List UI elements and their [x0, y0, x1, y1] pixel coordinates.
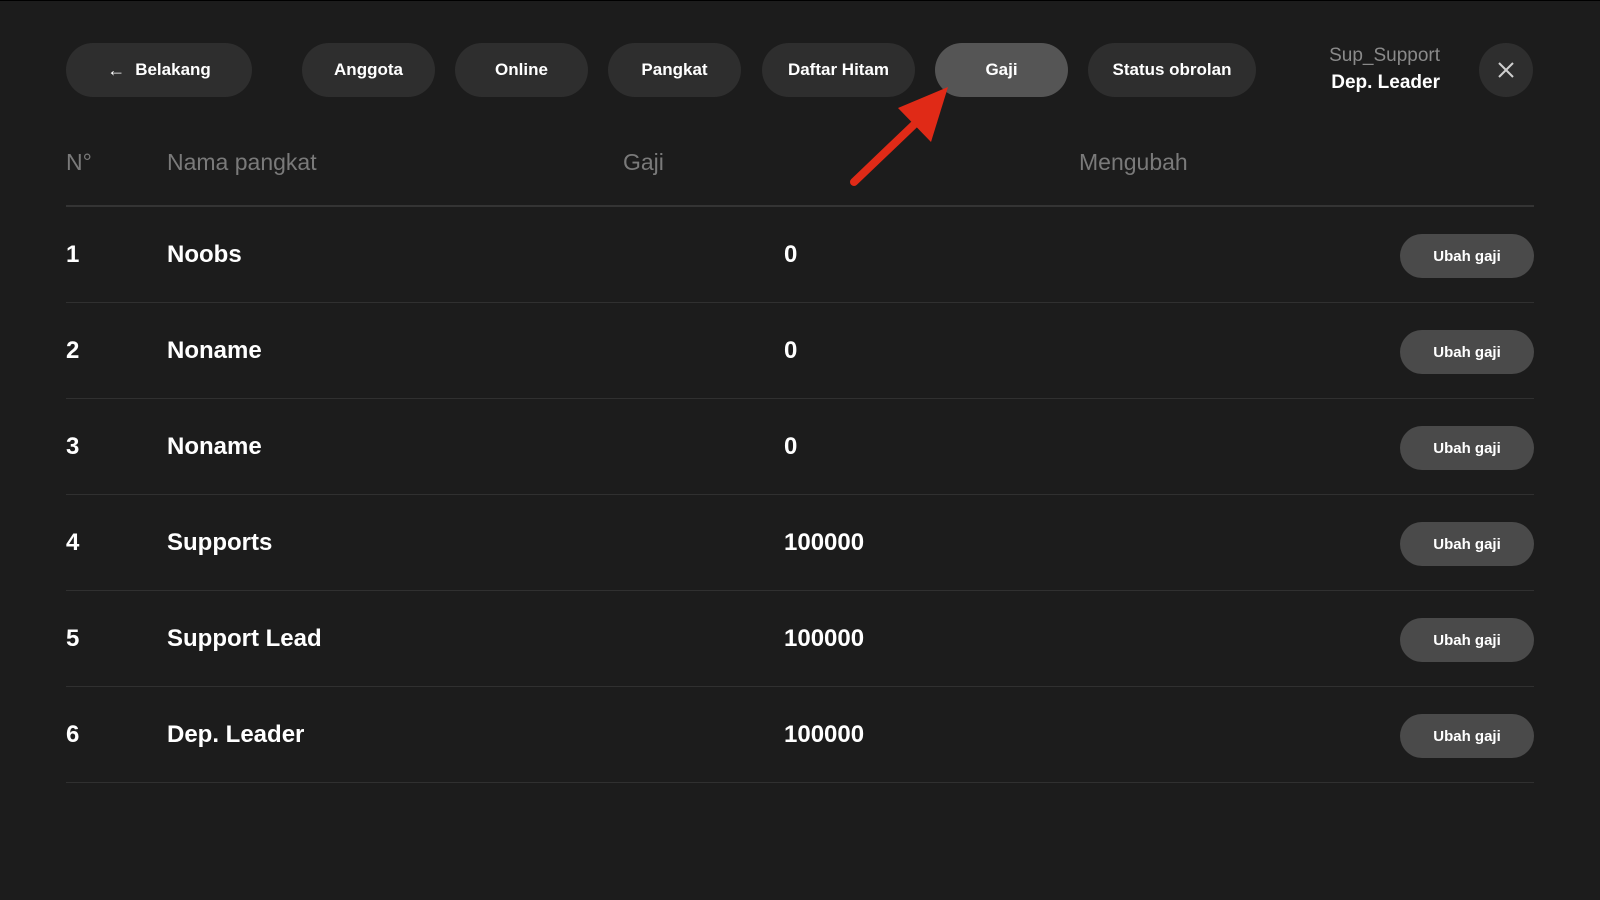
row-number: 1 — [66, 241, 80, 268]
change-salary-button[interactable]: Ubah gaji — [1400, 330, 1534, 374]
rank-name: Noobs — [167, 241, 242, 268]
rank-salary: 100000 — [784, 529, 865, 556]
change-salary-button[interactable]: Ubah gaji — [1400, 234, 1534, 278]
tab-pangkat[interactable]: Pangkat — [608, 43, 741, 97]
table-header: N° Nama pangkat Gaji Mengubah — [66, 141, 1534, 207]
rank-salary: 100000 — [784, 721, 865, 748]
rank-name: Support Lead — [167, 625, 322, 652]
tab-label: Pangkat — [641, 60, 708, 79]
user-name: Sup_Support — [1329, 45, 1440, 66]
header-rank-name: Nama pangkat — [167, 149, 317, 175]
rank-salary: 100000 — [784, 625, 865, 652]
change-salary-button[interactable]: Ubah gaji — [1400, 426, 1534, 470]
tab-label: Online — [495, 60, 548, 79]
row-number: 6 — [66, 721, 80, 748]
table-row: 4 Supports 100000 Ubah gaji — [66, 495, 1534, 591]
tab-status-obrolan[interactable]: Status obrolan — [1088, 43, 1256, 97]
tab-anggota[interactable]: Anggota — [302, 43, 435, 97]
row-number: 5 — [66, 625, 80, 652]
table-row: 5 Support Lead 100000 Ubah gaji — [66, 591, 1534, 687]
table-row: 6 Dep. Leader 100000 Ubah gaji — [66, 687, 1534, 783]
table-row: 2 Noname 0 Ubah gaji — [66, 303, 1534, 399]
table-row: 1 Noobs 0 Ubah gaji — [66, 207, 1534, 303]
rank-salary: 0 — [784, 241, 798, 268]
rank-name: Dep. Leader — [167, 721, 305, 748]
tab-label: Status obrolan — [1112, 60, 1232, 79]
tab-daftar-hitam[interactable]: Daftar Hitam — [762, 43, 915, 97]
tab-label: Gaji — [985, 60, 1018, 79]
tab-label: Anggota — [334, 60, 403, 79]
change-salary-button[interactable]: Ubah gaji — [1400, 714, 1534, 758]
rank-salary: 0 — [784, 433, 798, 460]
change-salary-button[interactable]: Ubah gaji — [1400, 522, 1534, 566]
back-button-label: Belakang — [135, 60, 211, 79]
top-navigation: ← Belakang Anggota Online Pangkat Daftar… — [0, 43, 1600, 97]
rank-name: Noname — [167, 433, 262, 460]
close-icon — [1498, 62, 1514, 78]
arrow-left-icon: ← — [107, 60, 126, 80]
table-row: 3 Noname 0 Ubah gaji — [66, 399, 1534, 495]
user-info: Sup_Support Dep. Leader — [1329, 43, 1440, 97]
rank-salary: 0 — [784, 337, 798, 364]
change-salary-button[interactable]: Ubah gaji — [1400, 618, 1534, 662]
rank-name: Supports — [167, 529, 273, 556]
header-salary: Gaji — [623, 149, 664, 175]
back-button[interactable]: ← Belakang — [66, 43, 252, 97]
row-number: 3 — [66, 433, 80, 460]
tab-online[interactable]: Online — [455, 43, 588, 97]
salary-table: 1 Noobs 0 Ubah gaji 2 Noname 0 Ubah gaji… — [66, 207, 1534, 783]
close-button[interactable] — [1479, 43, 1533, 97]
row-number: 4 — [66, 529, 80, 556]
user-rank: Dep. Leader — [1331, 72, 1440, 93]
rank-name: Noname — [167, 337, 262, 364]
tab-label: Daftar Hitam — [787, 60, 890, 79]
row-number: 2 — [66, 337, 80, 364]
tab-gaji[interactable]: Gaji — [935, 43, 1068, 97]
salary-settings-page: ← Belakang Anggota Online Pangkat Daftar… — [0, 0, 1600, 900]
header-change: Mengubah — [1079, 149, 1188, 175]
header-number: N° — [66, 149, 92, 175]
